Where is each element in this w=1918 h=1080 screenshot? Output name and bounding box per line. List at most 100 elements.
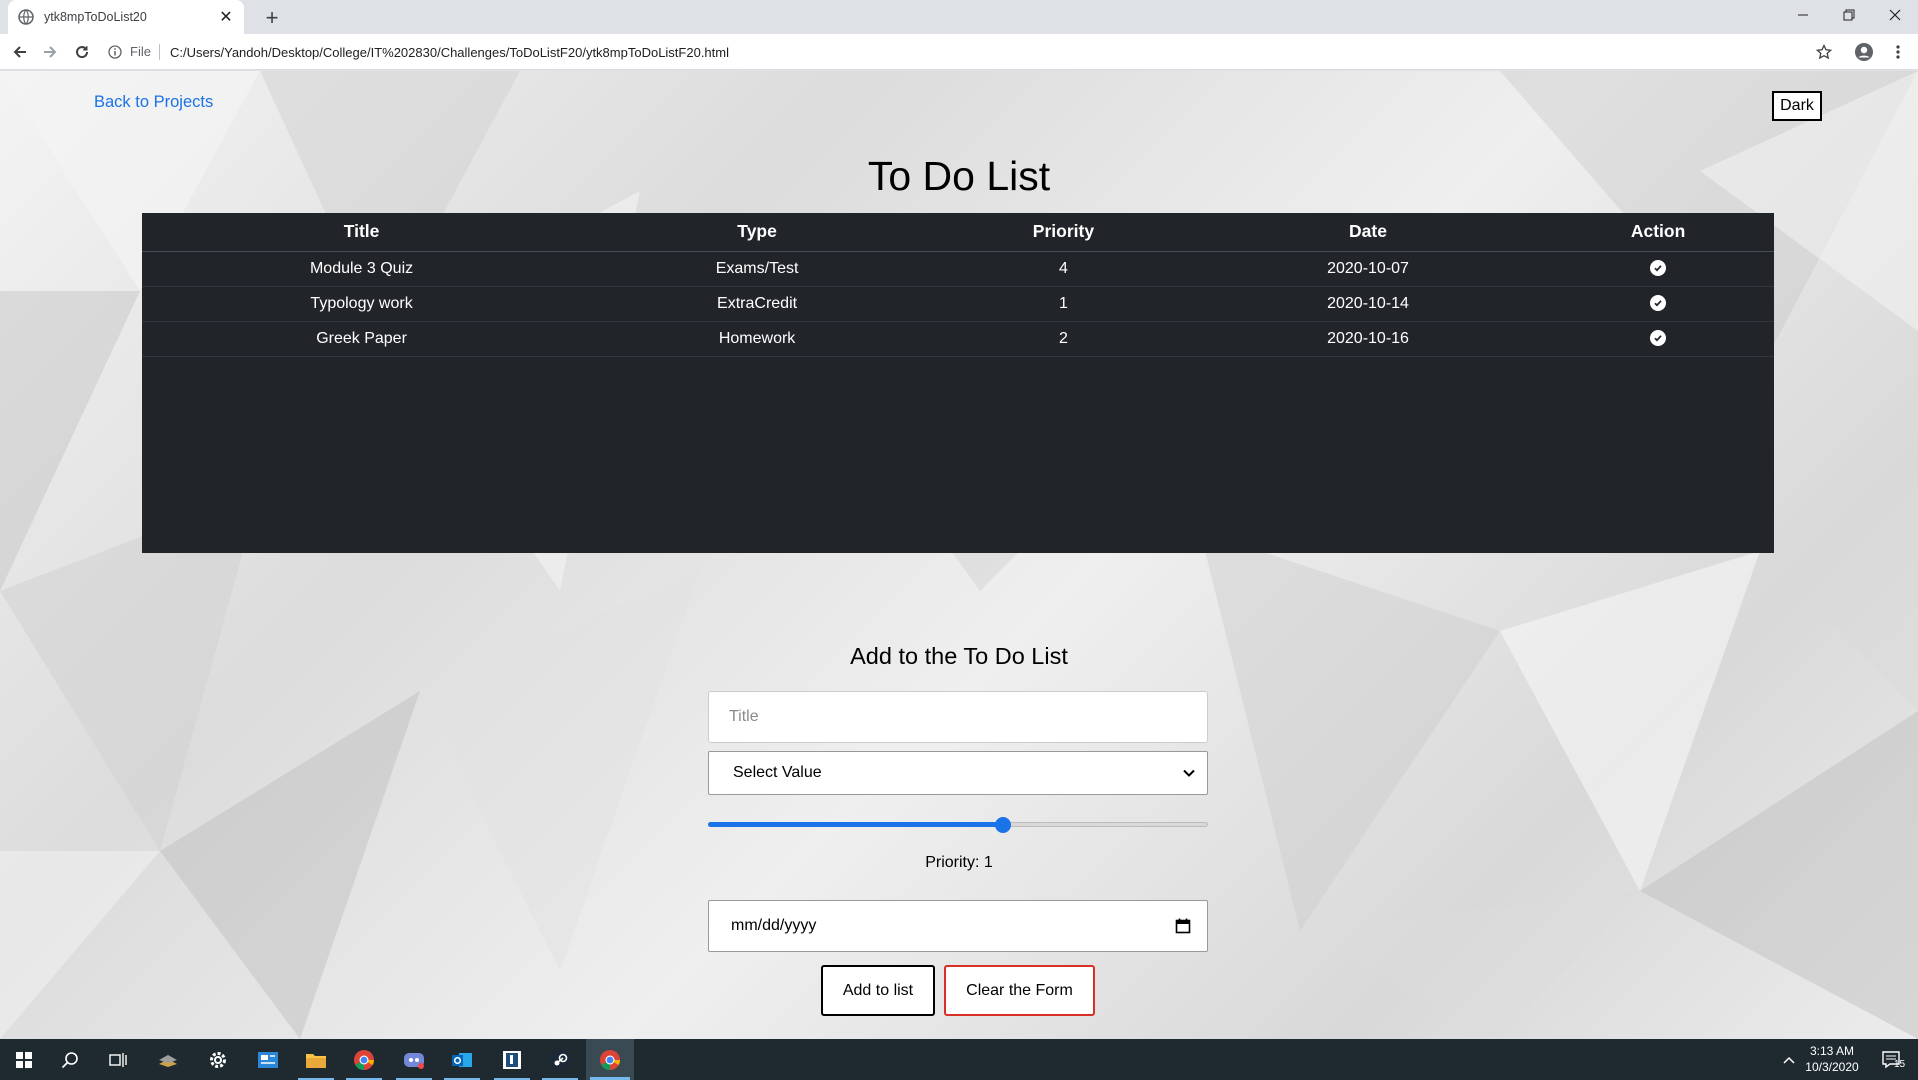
reload-button[interactable] <box>68 38 96 66</box>
back-to-projects-link[interactable]: Back to Projects <box>94 93 213 112</box>
check-circle-icon[interactable] <box>1650 260 1667 277</box>
close-icon <box>1889 9 1901 21</box>
restore-icon <box>1843 9 1855 21</box>
clear-form-button[interactable]: Clear the Form <box>944 965 1095 1016</box>
column-header-date: Date <box>1193 213 1543 252</box>
date-placeholder: mm/dd/yyyy <box>731 917 817 934</box>
search-icon <box>61 1051 78 1068</box>
forward-button[interactable] <box>36 38 64 66</box>
reload-icon <box>76 46 89 59</box>
cell-date: 2020-10-07 <box>1193 251 1543 287</box>
taskbar-app-books[interactable] <box>144 1039 192 1080</box>
taskbar-app-news[interactable] <box>244 1039 292 1080</box>
add-to-list-button[interactable]: Add to list <box>821 965 935 1016</box>
cell-title: Typology work <box>142 286 582 322</box>
clock-date: 10/3/2020 <box>1805 1060 1859 1074</box>
chrome-icon <box>354 1049 375 1070</box>
cell-type: Exams/Test <box>581 251 934 287</box>
priority-label: Priority: 1 <box>925 854 993 871</box>
start-button[interactable] <box>0 1039 48 1080</box>
table-row: Greek Paper Homework 2 2020-10-16 <box>142 321 1774 357</box>
info-icon[interactable] <box>108 45 122 59</box>
globe-icon <box>18 9 34 25</box>
arrow-left-icon <box>13 46 26 58</box>
browser-menu-button[interactable] <box>1884 38 1912 66</box>
dark-mode-button[interactable]: Dark <box>1772 91 1822 121</box>
books-icon <box>159 1054 177 1067</box>
calendar-icon[interactable] <box>1175 918 1191 934</box>
note-app-icon <box>503 1050 521 1069</box>
column-header-action: Action <box>1542 213 1774 252</box>
news-icon <box>258 1051 278 1068</box>
check-circle-icon[interactable] <box>1650 295 1667 312</box>
cell-action <box>1542 321 1774 357</box>
search-button[interactable] <box>46 1039 94 1080</box>
kebab-menu-icon <box>1896 45 1900 59</box>
cell-priority: 2 <box>933 321 1194 357</box>
cell-type: ExtraCredit <box>581 286 934 322</box>
browser-toolbar: File C:/Users/Yandoh/Desktop/College/IT%… <box>0 34 1918 70</box>
title-input[interactable] <box>708 691 1208 743</box>
column-header-type: Type <box>581 213 934 252</box>
taskbar-app-outlook[interactable] <box>438 1039 486 1080</box>
cell-priority: 1 <box>933 286 1194 322</box>
new-tab-button[interactable]: + <box>258 4 286 32</box>
taskbar-app-steam[interactable] <box>536 1039 584 1080</box>
gear-icon <box>210 1051 226 1068</box>
taskbar-app-settings[interactable] <box>194 1039 242 1080</box>
column-header-title: Title <box>142 213 582 252</box>
column-header-priority: Priority <box>933 213 1194 252</box>
form-title: Add to the To Do List <box>850 643 1068 669</box>
slider-fill <box>708 822 1003 827</box>
notification-count: 15 <box>1894 1059 1906 1070</box>
discord-icon <box>404 1052 424 1069</box>
cell-priority: 4 <box>933 251 1194 287</box>
type-select[interactable]: Select Value <box>708 751 1208 795</box>
bookmark-button[interactable] <box>1810 38 1838 66</box>
browser-tab[interactable]: ytk8mpToDoList20 ✕ <box>8 0 244 34</box>
slider-thumb[interactable] <box>995 817 1011 833</box>
taskbar-app-file-explorer[interactable] <box>292 1039 340 1080</box>
taskbar-app-chrome[interactable] <box>340 1039 388 1080</box>
star-icon <box>1816 44 1832 60</box>
windows-taskbar: 3:13 AM 10/3/2020 15 <box>0 1039 1918 1080</box>
cell-date: 2020-10-14 <box>1193 286 1543 322</box>
todo-table: Title Type Priority Date Action Module 3… <box>142 213 1774 553</box>
priority-slider[interactable] <box>708 815 1208 835</box>
action-center-button[interactable]: 15 <box>1872 1039 1912 1080</box>
outlook-icon <box>452 1052 472 1067</box>
cell-title: Greek Paper <box>142 321 582 357</box>
windows-logo-icon <box>16 1051 32 1068</box>
steam-icon <box>550 1049 570 1070</box>
system-clock[interactable]: 3:13 AM 10/3/2020 <box>1792 1043 1872 1075</box>
chrome-icon <box>600 1049 621 1070</box>
close-tab-icon[interactable]: ✕ <box>218 7 234 27</box>
profile-button[interactable] <box>1850 38 1878 66</box>
minimize-icon <box>1798 14 1808 16</box>
arrow-right-icon <box>44 46 57 58</box>
table-row: Module 3 Quiz Exams/Test 4 2020-10-07 <box>142 251 1774 287</box>
cell-type: Homework <box>581 321 934 357</box>
cell-date: 2020-10-16 <box>1193 321 1543 357</box>
chevron-down-icon <box>1183 769 1195 777</box>
restore-button[interactable] <box>1826 0 1872 30</box>
folder-icon <box>306 1053 326 1068</box>
back-button[interactable] <box>6 38 34 66</box>
url-text[interactable]: C:/Users/Yandoh/Desktop/College/IT%20283… <box>170 45 729 60</box>
date-input[interactable]: mm/dd/yyyy <box>708 900 1208 952</box>
clock-time: 3:13 AM <box>1809 1044 1855 1058</box>
cell-action <box>1542 251 1774 287</box>
taskbar-app-discord[interactable] <box>390 1039 438 1080</box>
taskbar-app-chrome-active[interactable] <box>586 1039 634 1080</box>
browser-tab-strip: ytk8mpToDoList20 ✕ + <box>0 0 1918 34</box>
task-view-icon <box>109 1052 127 1067</box>
check-circle-icon[interactable] <box>1650 330 1667 347</box>
page-viewport: Back to Projects Dark To Do List Title T… <box>0 71 1918 1039</box>
taskbar-app-sticky[interactable] <box>488 1039 536 1080</box>
task-view-button[interactable] <box>94 1039 142 1080</box>
address-bar[interactable]: File C:/Users/Yandoh/Desktop/College/IT%… <box>108 38 1818 66</box>
close-window-button[interactable] <box>1872 0 1918 30</box>
account-icon <box>1855 43 1873 61</box>
minimize-button[interactable] <box>1780 0 1826 30</box>
file-label: File <box>122 44 160 60</box>
